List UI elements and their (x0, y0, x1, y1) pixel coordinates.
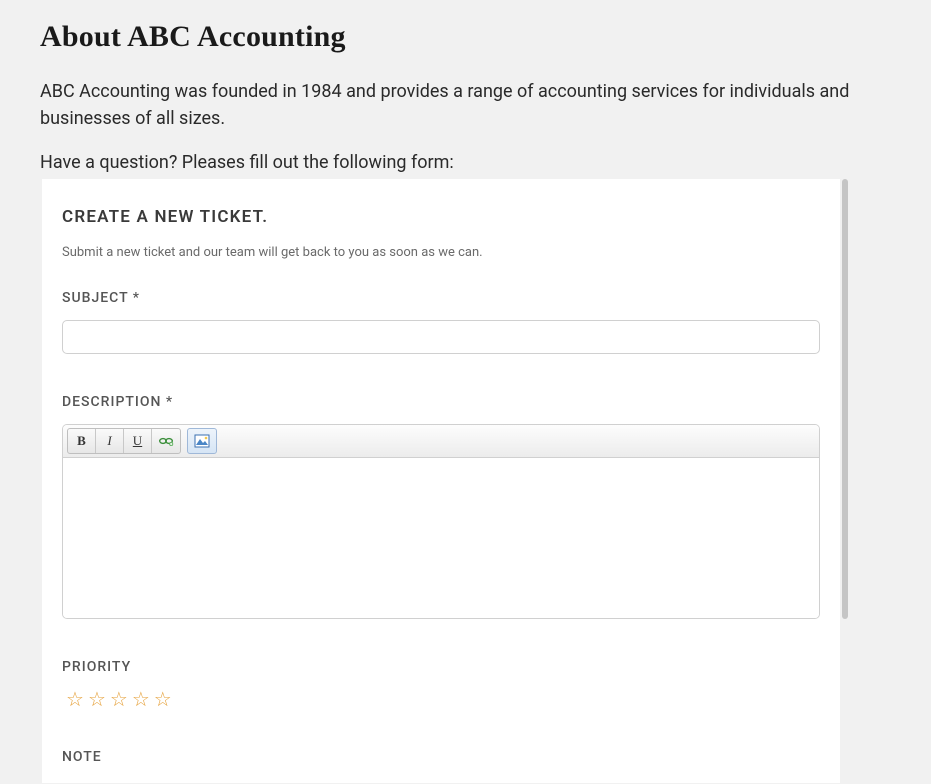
bold-button[interactable]: B (68, 429, 96, 453)
bold-icon: B (77, 433, 86, 449)
underline-icon: U (133, 433, 142, 449)
editor-toolbar: B I U (63, 425, 819, 458)
link-button[interactable] (152, 429, 180, 453)
star-3[interactable]: ☆ (110, 689, 128, 709)
star-2[interactable]: ☆ (88, 689, 106, 709)
image-icon (194, 434, 210, 448)
italic-icon: I (107, 433, 111, 449)
subject-label: SUBJECT * (62, 290, 820, 306)
description-editor: B I U (62, 424, 820, 619)
underline-button[interactable]: U (124, 429, 152, 453)
subject-input[interactable] (62, 320, 820, 354)
link-icon (158, 435, 174, 447)
ticket-form-panel: CREATE A NEW TICKET. Submit a new ticket… (42, 179, 840, 783)
star-5[interactable]: ☆ (154, 689, 172, 709)
priority-label: PRIORITY (62, 659, 820, 675)
priority-stars: ☆ ☆ ☆ ☆ ☆ (66, 689, 820, 709)
page-title: About ABC Accounting (40, 20, 891, 54)
form-heading: CREATE A NEW TICKET. (62, 207, 820, 227)
italic-button[interactable]: I (96, 429, 124, 453)
image-button[interactable] (188, 429, 216, 453)
description-label: DESCRIPTION * (62, 394, 820, 410)
description-textarea[interactable] (63, 458, 819, 618)
form-prompt: Have a question? Pleases fill out the fo… (40, 152, 891, 173)
form-subtext: Submit a new ticket and our team will ge… (62, 245, 820, 260)
star-1[interactable]: ☆ (66, 689, 84, 709)
star-4[interactable]: ☆ (132, 689, 150, 709)
form-scrollbar[interactable] (842, 179, 848, 619)
intro-text: ABC Accounting was founded in 1984 and p… (40, 78, 891, 132)
note-label: NOTE (62, 749, 820, 765)
